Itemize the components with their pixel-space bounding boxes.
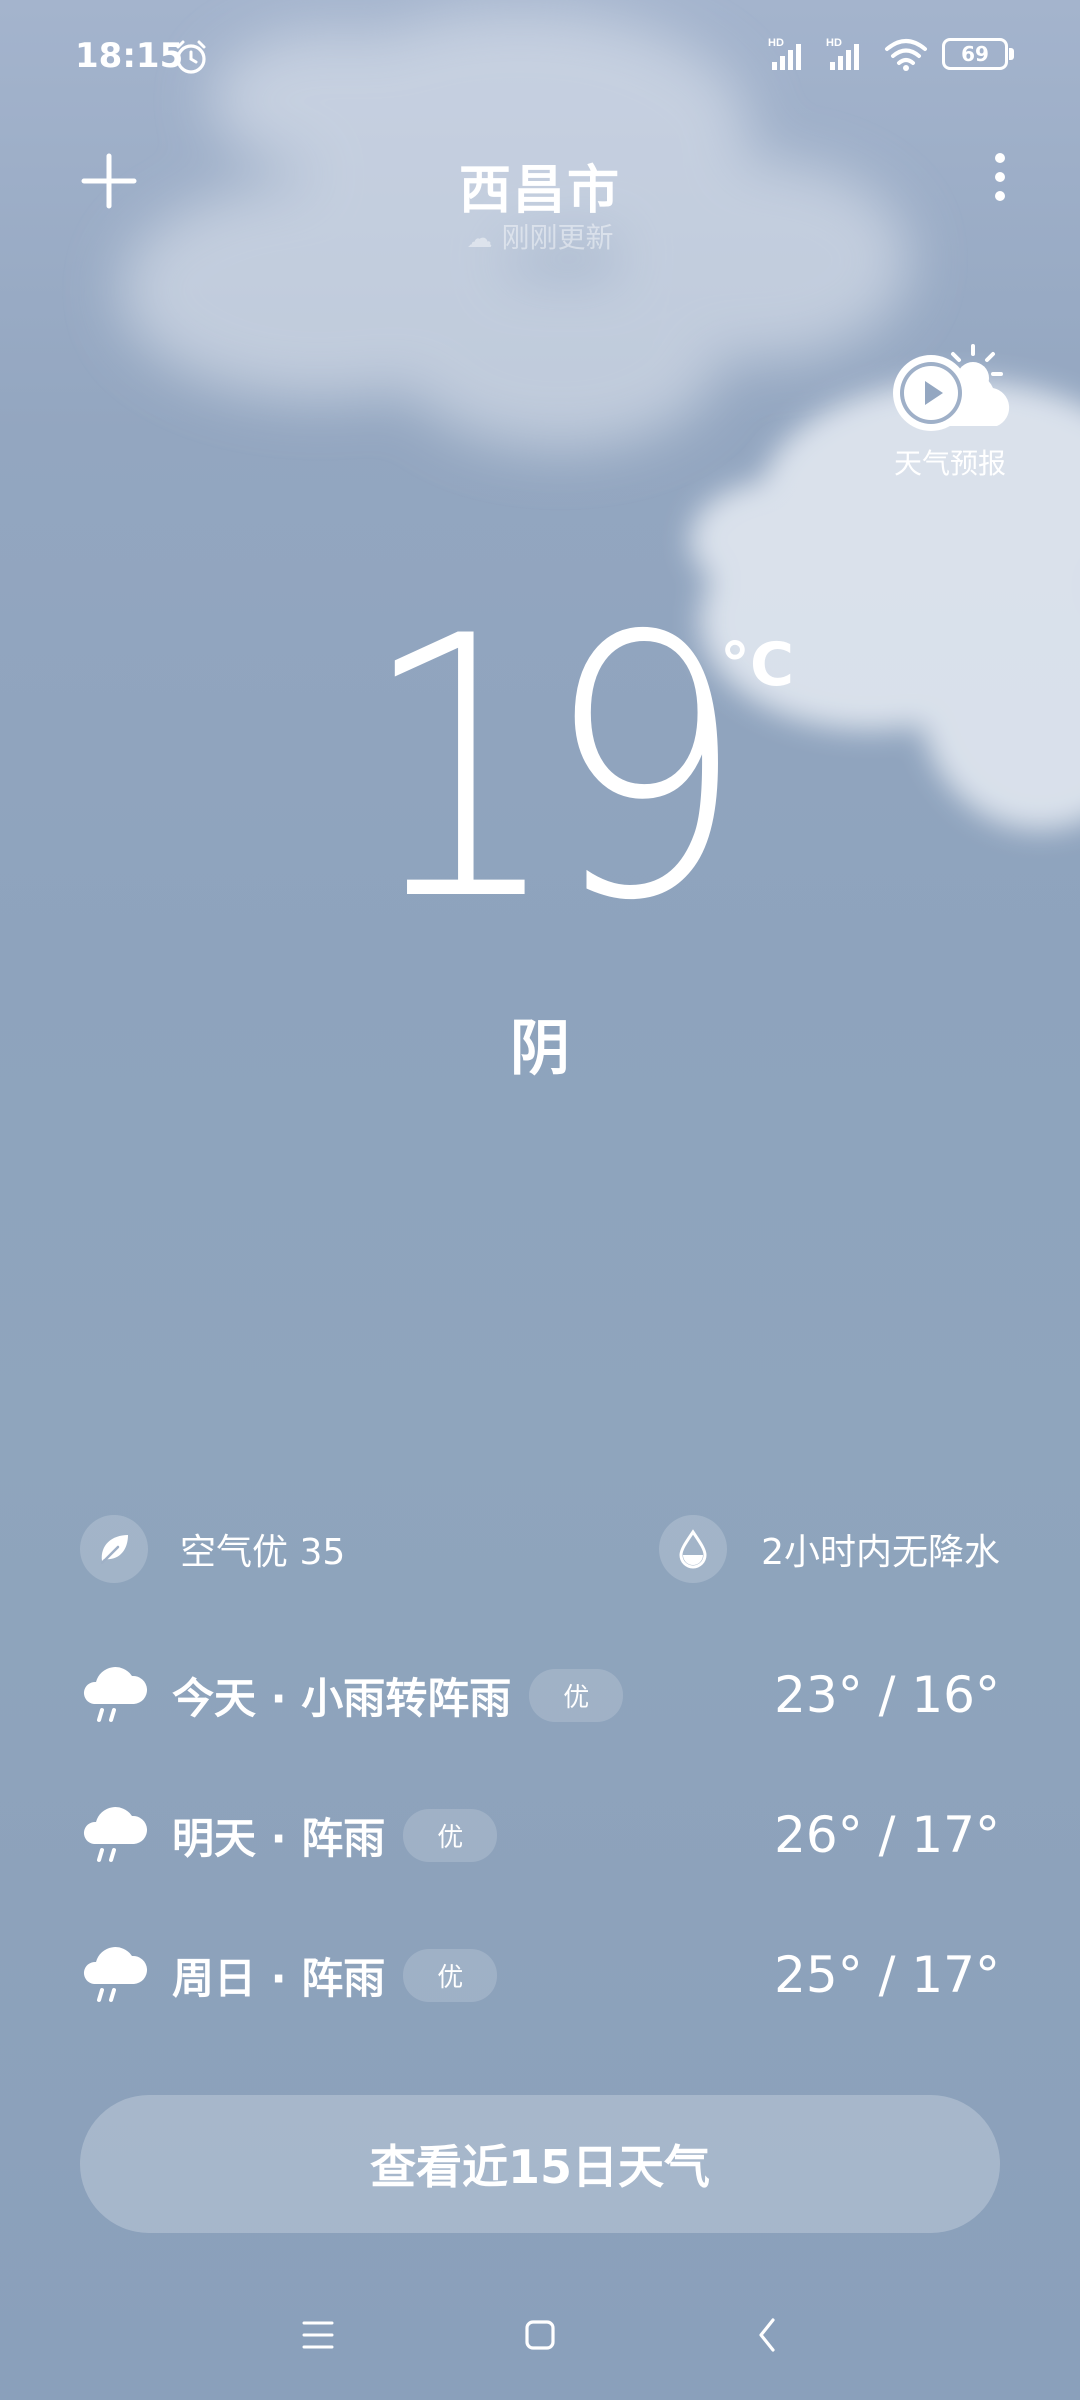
aqi-badge: 优	[529, 1668, 624, 1722]
forecast-label: 今天 · 小雨转阵雨	[172, 1673, 512, 1723]
rain-cloud-icon	[83, 1667, 148, 1722]
back-icon	[759, 2318, 775, 2352]
signal-hd-icon: HD	[768, 37, 801, 70]
precipitation-label: 2小时内无降水	[761, 1532, 1000, 1573]
city-name[interactable]: 西昌市	[0, 148, 1080, 223]
battery-icon: 69	[942, 38, 1014, 70]
rain-cloud-icon	[83, 1807, 148, 1862]
leaf-icon	[80, 1515, 148, 1583]
forecast-label: 周日 · 阵雨	[172, 1953, 386, 2003]
current-temperature: 19	[360, 560, 746, 979]
forecast-row-sunday[interactable]: 周日 · 阵雨 优 25° / 17°	[80, 1935, 1000, 2015]
weather-video-icon	[893, 344, 1010, 431]
forecast-label: 明天 · 阵雨	[172, 1813, 386, 1863]
current-condition: 阴	[510, 1014, 570, 1084]
forecast-row-today[interactable]: 今天 · 小雨转阵雨 优 23° / 16°	[80, 1655, 1000, 1735]
temperature-range: 23° / 16°	[774, 1666, 1000, 1724]
temperature-range: 25° / 17°	[774, 1946, 1000, 2004]
view-15-day-button[interactable]: 查看近15日天气	[80, 2095, 1000, 2233]
weather-video-button[interactable]: 天气预报	[880, 338, 1020, 482]
air-quality-label: 空气优 35	[180, 1532, 346, 1573]
aqi-badge: 优	[403, 1948, 498, 2002]
precipitation-forecast[interactable]: 2小时内无降水	[659, 1515, 1000, 1583]
status-time: 18:15	[75, 36, 184, 76]
menu-nav-button[interactable]	[288, 2310, 348, 2360]
forecast-row-tomorrow[interactable]: 明天 · 阵雨 优 26° / 17°	[80, 1795, 1000, 1875]
svg-text:HD: HD	[768, 37, 784, 49]
alarm-icon	[176, 40, 206, 74]
home-square-icon	[525, 2320, 555, 2350]
air-quality[interactable]: 空气优 35	[80, 1515, 345, 1583]
status-icons: HD HD 69	[768, 36, 1014, 72]
temperature-unit: °C	[720, 630, 795, 700]
aqi-badge: 优	[403, 1808, 498, 1862]
temperature-range: 26° / 17°	[774, 1806, 1000, 1864]
home-nav-button[interactable]	[510, 2310, 570, 2360]
signal-hd-icon: HD	[826, 37, 859, 70]
update-status: ☁ 刚刚更新	[0, 216, 1080, 256]
battery-level: 69	[961, 42, 989, 66]
wifi-icon	[885, 39, 927, 71]
svg-text:HD: HD	[826, 37, 842, 49]
more-vertical-icon[interactable]	[980, 150, 1020, 204]
small-cloud-icon: ☁	[466, 224, 493, 254]
update-status-text: 刚刚更新	[501, 221, 614, 254]
back-nav-button[interactable]	[738, 2310, 798, 2360]
menu-icon	[302, 2321, 334, 2349]
rain-cloud-icon	[83, 1947, 148, 2002]
weather-video-label: 天气预报	[893, 447, 1006, 480]
water-drop-icon	[659, 1515, 728, 1583]
